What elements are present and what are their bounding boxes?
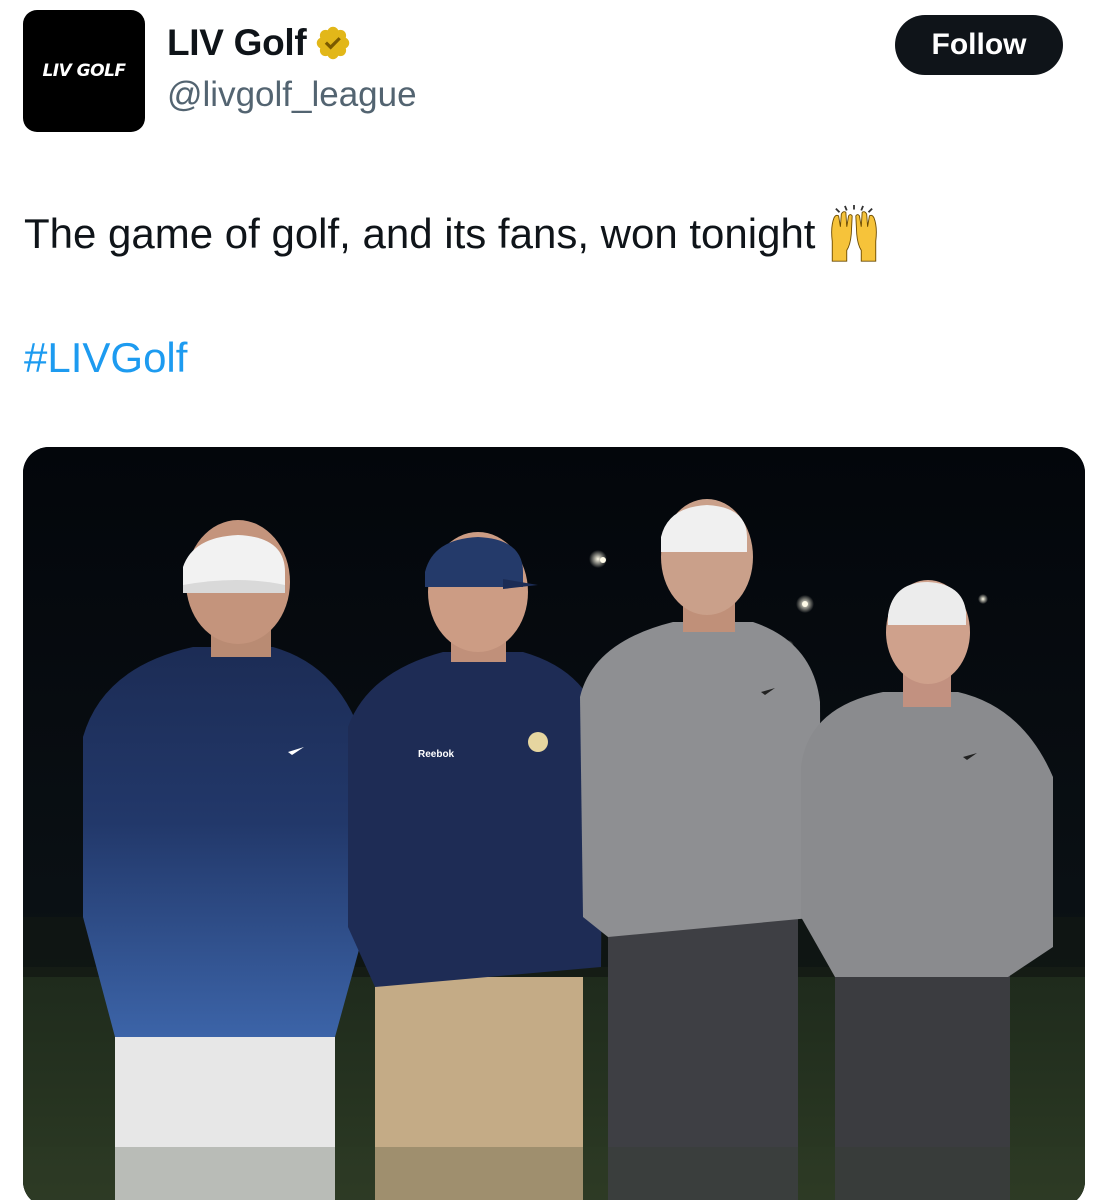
photo-illustration: Reebok	[23, 447, 1085, 1200]
raising-hands-emoji-icon	[831, 205, 878, 262]
avatar-logo: LIV GOLF	[42, 61, 126, 81]
reebok-logo: Reebok	[418, 749, 455, 760]
hashtag-link[interactable]: #LIVGolf	[24, 334, 187, 382]
display-name[interactable]: LIV Golf	[167, 22, 307, 64]
author-handle[interactable]: @livgolf_league	[167, 75, 417, 115]
follow-button[interactable]: Follow	[895, 15, 1063, 75]
avatar[interactable]: LIV GOLF	[23, 10, 145, 132]
verified-badge-icon	[317, 26, 350, 60]
tweet-photo[interactable]: Reebok	[23, 447, 1085, 1200]
tweet-text-row: The game of golf, and its fans, won toni…	[24, 205, 883, 263]
tweet-card: LIV GOLF LIV Golf @livgolf_league Follow…	[0, 0, 1108, 1200]
author-name-row: LIV Golf	[167, 22, 352, 64]
tweet-text: The game of golf, and its fans, won toni…	[24, 210, 816, 257]
